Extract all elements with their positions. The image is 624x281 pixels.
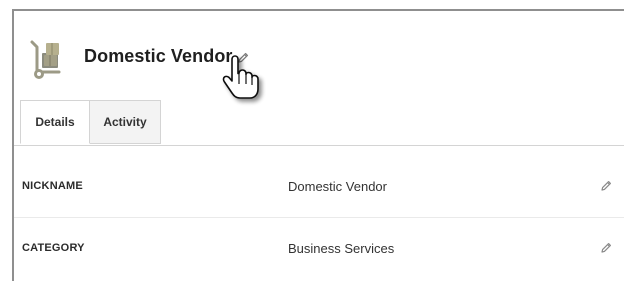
- vendor-header: Domestic Vendor Details Activity: [14, 11, 624, 145]
- tab-divider: [14, 145, 624, 146]
- edit-nickname-pencil-icon[interactable]: [599, 179, 613, 193]
- field-row-category: CATEGORY Business Services: [14, 220, 624, 276]
- field-label-nickname: NICKNAME: [22, 180, 83, 192]
- tab-activity[interactable]: Activity: [90, 100, 161, 144]
- row-divider: [14, 217, 624, 218]
- edit-category-pencil-icon[interactable]: [599, 241, 613, 255]
- tab-bar: Details Activity: [20, 100, 161, 145]
- tab-details[interactable]: Details: [20, 100, 90, 144]
- tab-details-label: Details: [35, 115, 75, 129]
- hand-truck-boxes-icon: [26, 39, 68, 81]
- hand-pointer-icon: [216, 52, 266, 114]
- field-value-category: Business Services: [288, 240, 395, 256]
- field-row-nickname: NICKNAME Domestic Vendor: [14, 158, 624, 214]
- field-label-category: CATEGORY: [22, 242, 85, 254]
- page-title: Domestic Vendor: [84, 46, 233, 66]
- tab-activity-label: Activity: [103, 115, 147, 129]
- field-value-nickname: Domestic Vendor: [288, 178, 387, 194]
